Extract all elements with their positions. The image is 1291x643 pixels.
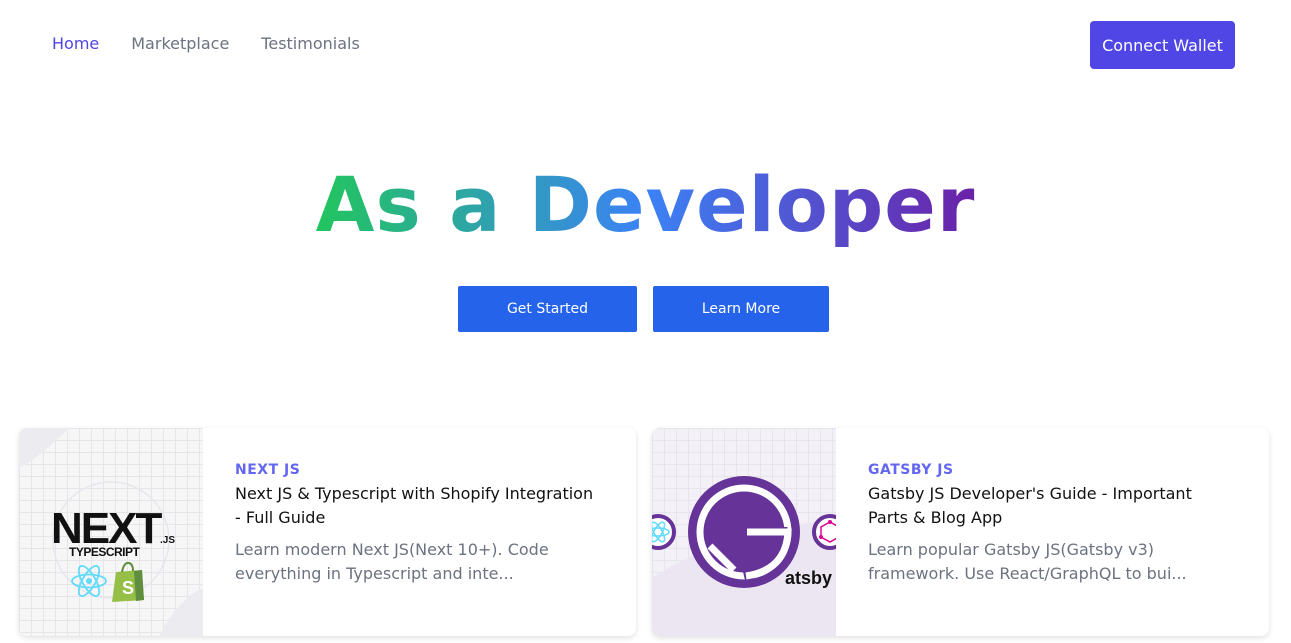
nextjs-logo-icon: NEXT .JS TYPESCRIPT S xyxy=(19,428,203,636)
card-body: GATSBY JS Gatsby JS Developer's Guide - … xyxy=(836,428,1269,636)
svg-text:S: S xyxy=(122,578,134,598)
svg-text:atsby: atsby xyxy=(785,568,832,588)
get-started-button[interactable]: Get Started xyxy=(458,286,637,332)
card-description: Learn popular Gatsby JS(Gatsby v3) frame… xyxy=(868,540,1187,583)
nav-links: Home Marketplace Testimonials xyxy=(52,34,360,54)
svg-text:TYPESCRIPT: TYPESCRIPT xyxy=(69,545,141,559)
card-category: NEXT JS xyxy=(235,462,301,478)
svg-text:.JS: .JS xyxy=(160,535,175,546)
nav-link-marketplace[interactable]: Marketplace xyxy=(131,34,229,54)
shopify-bag-icon: S xyxy=(112,561,144,602)
card-body: NEXT JS Next JS & Typescript with Shopif… xyxy=(203,428,636,636)
course-thumbnail-gatsbyjs: atsby xyxy=(652,428,836,636)
course-thumbnail-nextjs: NEXT .JS TYPESCRIPT S xyxy=(19,428,203,636)
react-icon xyxy=(652,514,676,550)
card-category: GATSBY JS xyxy=(868,462,954,478)
course-card-nextjs[interactable]: NEXT .JS TYPESCRIPT S NEXT JS Next JS & … xyxy=(19,428,636,636)
top-navbar: Home Marketplace Testimonials Connect Wa… xyxy=(0,0,1291,90)
learn-more-button[interactable]: Learn More xyxy=(653,286,829,332)
card-title[interactable]: Gatsby JS Developer's Guide - Important … xyxy=(868,482,1233,530)
hero-title: As a Developer xyxy=(0,160,1291,250)
nav-link-home[interactable]: Home xyxy=(52,34,99,54)
course-card-gatsbyjs[interactable]: atsby GATSBY JS Gatsby JS Developer's Gu… xyxy=(652,428,1269,636)
graphql-icon xyxy=(812,514,836,550)
nav-link-testimonials[interactable]: Testimonials xyxy=(261,34,360,54)
hero-title-text: As a Developer xyxy=(315,160,976,249)
card-description: Learn modern Next JS(Next 10+). Code eve… xyxy=(235,540,549,583)
card-title[interactable]: Next JS & Typescript with Shopify Integr… xyxy=(235,482,600,530)
gatsby-logo-icon: atsby xyxy=(652,476,836,636)
connect-wallet-button[interactable]: Connect Wallet xyxy=(1090,21,1235,69)
